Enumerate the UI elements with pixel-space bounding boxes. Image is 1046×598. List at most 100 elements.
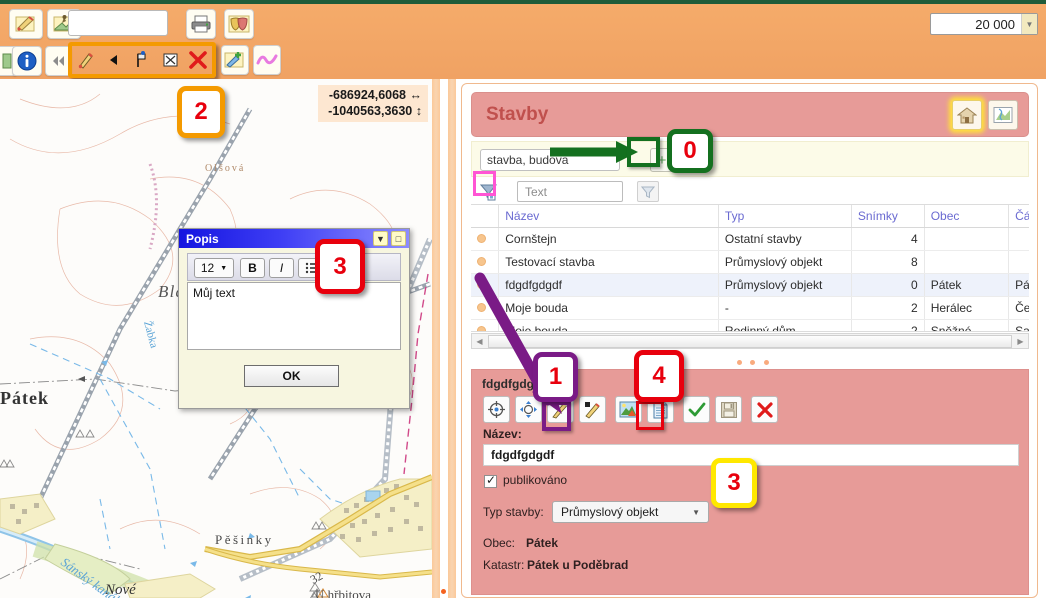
katastr-label: Katastr: bbox=[483, 558, 525, 572]
splitter-strip-left bbox=[432, 79, 440, 598]
table-row[interactable]: Testovací stavba Průmyslový objekt 8 bbox=[471, 250, 1029, 274]
italic-label: I bbox=[279, 261, 284, 275]
popis-text-area[interactable]: Můj text bbox=[187, 282, 401, 350]
cell-snimky: 0 bbox=[851, 273, 925, 297]
col-header-obec[interactable]: Obec bbox=[924, 205, 1010, 228]
select-arrow-button[interactable] bbox=[102, 48, 126, 72]
popis-dialog-window[interactable]: Popis ▼ □ 12 ▼ B I Můj text OK bbox=[178, 228, 410, 409]
chevron-down-icon: ▼ bbox=[692, 508, 700, 517]
font-size-select[interactable]: 12 ▼ bbox=[194, 258, 234, 278]
map-scale-select[interactable]: 20 000 ▼ bbox=[930, 13, 1038, 35]
typ-stavby-select[interactable]: Průmyslový objekt ▼ bbox=[552, 501, 709, 523]
clear-selection-button[interactable] bbox=[158, 48, 182, 72]
highlight-draw-geometry bbox=[542, 401, 571, 431]
highlight-add-button bbox=[627, 137, 660, 167]
new-sparkle-icon bbox=[224, 52, 244, 68]
col-header-nazev[interactable]: Název bbox=[498, 205, 719, 228]
publikovano-checkbox[interactable] bbox=[484, 473, 497, 488]
chevron-down-icon[interactable]: ▼ bbox=[373, 231, 388, 246]
delete-tool-button[interactable] bbox=[186, 46, 210, 74]
flag-marker-icon bbox=[137, 51, 146, 67]
callout-0: 0 bbox=[667, 129, 713, 173]
svg-text:U hřbitova: U hřbitova bbox=[315, 587, 371, 598]
cell-nazev: Cornštejn bbox=[498, 227, 719, 251]
cell-snimky: 2 bbox=[851, 319, 925, 331]
obec-label: Obec: bbox=[483, 536, 516, 550]
home-button[interactable] bbox=[952, 100, 982, 130]
katastr-value: Pátek u Poděbrad bbox=[527, 558, 629, 572]
map-view-button[interactable] bbox=[988, 100, 1018, 130]
publikovano-label: publikováno bbox=[503, 473, 568, 487]
pink-squiggle-icon bbox=[256, 54, 278, 65]
callout-3-form: 3 bbox=[711, 458, 757, 508]
cell-cast-obce: Samotín bbox=[1008, 319, 1029, 331]
red-x-icon bbox=[189, 51, 207, 69]
highlight-filter-columns bbox=[473, 171, 496, 196]
bold-button[interactable]: B bbox=[240, 258, 265, 278]
funnel-icon bbox=[641, 186, 655, 198]
apply-filter-button[interactable] bbox=[637, 181, 659, 202]
cell-typ: Průmyslový objekt bbox=[718, 273, 852, 297]
col-header-cast-obce[interactable]: Část obce bbox=[1008, 205, 1029, 228]
coordinate-x-value: -686924,6068 bbox=[328, 88, 407, 102]
edit-map-tool-button[interactable] bbox=[9, 9, 43, 39]
coordinate-x-row: -686924,6068 ↔ bbox=[328, 87, 422, 103]
splitter-grip[interactable] bbox=[441, 589, 446, 598]
col-header-typ[interactable]: Typ bbox=[718, 205, 852, 228]
cell-typ: Rodinný dům bbox=[718, 319, 852, 331]
print-button[interactable] bbox=[186, 9, 216, 39]
font-size-value: 12 bbox=[200, 261, 215, 275]
col-header-status[interactable] bbox=[471, 205, 500, 228]
search-row: Text bbox=[471, 177, 1029, 207]
chevron-down-icon: ▼ bbox=[220, 264, 228, 272]
pencil-on-paper-icon bbox=[15, 16, 35, 32]
theme-button[interactable] bbox=[224, 9, 254, 39]
square-icon[interactable]: □ bbox=[391, 231, 406, 246]
bold-label: B bbox=[248, 261, 257, 275]
caret-right-icon[interactable]: ▶ bbox=[1013, 337, 1028, 346]
popis-ok-button[interactable]: OK bbox=[244, 365, 339, 387]
cell-cast-obce bbox=[1008, 227, 1029, 251]
svg-text:Olšová: Olšová bbox=[205, 163, 245, 174]
row-status-cell bbox=[471, 250, 500, 274]
cell-snimky: 4 bbox=[851, 227, 925, 251]
italic-button[interactable]: I bbox=[269, 258, 294, 278]
map-icon bbox=[993, 107, 1013, 123]
panel-splitter[interactable] bbox=[432, 79, 456, 598]
coordinate-y-row: -1040563,3630 ↕ bbox=[328, 103, 422, 119]
delete-button[interactable] bbox=[751, 396, 778, 423]
main-toolbar: 20 000 ▼ bbox=[0, 4, 1046, 79]
vertical-arrows-icon: ↕ bbox=[415, 104, 422, 118]
draw-pencil-button[interactable] bbox=[74, 48, 98, 72]
cell-snimky: 2 bbox=[851, 296, 925, 320]
save-button[interactable] bbox=[715, 396, 742, 423]
toolbar-search-input[interactable] bbox=[68, 10, 168, 36]
map-scale-value: 20 000 bbox=[975, 16, 1015, 32]
popis-titlebar[interactable]: Popis ▼ □ bbox=[179, 229, 409, 248]
col-header-snimky[interactable]: Snímky bbox=[851, 205, 925, 228]
place-marker-button[interactable] bbox=[130, 48, 154, 72]
red-x-icon bbox=[756, 401, 773, 418]
cell-cast-obce: Český Hera bbox=[1008, 296, 1029, 320]
status-dot-icon bbox=[477, 233, 486, 243]
more-options-handle[interactable] bbox=[737, 354, 774, 368]
confirm-button[interactable] bbox=[683, 396, 710, 423]
house-icon bbox=[957, 107, 977, 124]
cell-obec: Sněžné bbox=[924, 319, 1010, 331]
cell-obec bbox=[924, 250, 1010, 274]
cell-snimky: 8 bbox=[851, 250, 925, 274]
table-row[interactable]: Cornštejn Ostatní stavby 4 bbox=[471, 227, 1029, 251]
cell-nazev: Testovací stavba bbox=[498, 250, 719, 274]
horizontal-arrows-icon: ↔ bbox=[409, 88, 423, 102]
info-button[interactable] bbox=[12, 46, 42, 76]
draw-line-button[interactable] bbox=[253, 45, 281, 75]
add-feature-button[interactable] bbox=[221, 45, 249, 75]
typ-stavby-value: Průmyslový objekt bbox=[561, 505, 659, 519]
callout-3-popis: 3 bbox=[315, 239, 365, 294]
callout-4: 4 bbox=[634, 350, 684, 402]
info-circle-icon bbox=[17, 51, 37, 71]
chevron-down-icon[interactable]: ▼ bbox=[1021, 14, 1037, 34]
cell-obec: Pátek bbox=[924, 273, 1010, 297]
boxed-x-icon bbox=[163, 53, 177, 67]
search-input[interactable]: Text bbox=[517, 181, 623, 202]
